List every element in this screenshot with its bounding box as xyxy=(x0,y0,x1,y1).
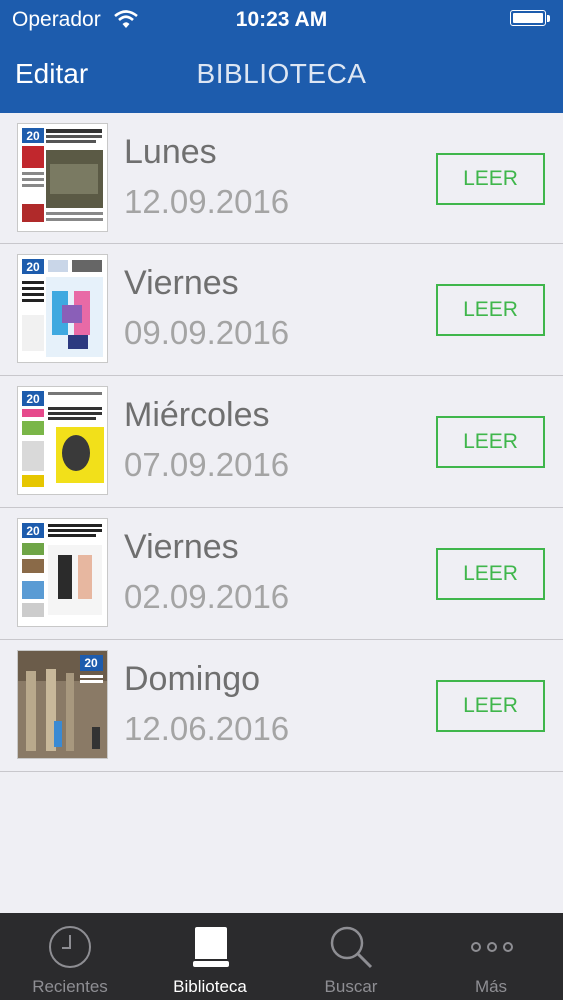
book-icon xyxy=(193,927,229,967)
masthead-text: 20 xyxy=(26,260,40,274)
issue-row[interactable]: 20 Domingo 12.06.2016 LEER xyxy=(0,640,563,772)
read-button[interactable]: LEER xyxy=(436,284,545,336)
masthead-text: 20 xyxy=(26,392,40,406)
issue-list: 20 Lunes 12.09.2016 LEER 20 Viernes 09.0… xyxy=(0,113,563,772)
status-bar: Operador 10:23 AM xyxy=(0,0,563,40)
issue-day: Lunes xyxy=(124,133,217,171)
issue-date: 12.09.2016 xyxy=(124,183,290,220)
issue-date: 12.06.2016 xyxy=(124,710,290,747)
cover-thumbnail[interactable]: 20 xyxy=(17,650,108,759)
issue-row[interactable]: 20 Viernes 02.09.2016 LEER xyxy=(0,508,563,640)
masthead-text: 20 xyxy=(26,129,40,143)
masthead-text: 20 xyxy=(26,524,40,538)
issue-row[interactable]: 20 Miércoles 07.09.2016 LEER xyxy=(0,376,563,508)
tab-biblioteca[interactable]: Biblioteca xyxy=(140,913,280,1000)
issue-date: 09.09.2016 xyxy=(124,314,290,351)
page-title: BIBLIOTECA xyxy=(196,58,367,89)
read-button[interactable]: LEER xyxy=(436,416,545,468)
tab-mas[interactable]: Más xyxy=(421,913,561,1000)
tab-label: Buscar xyxy=(324,977,378,996)
issue-row[interactable]: 20 Viernes 09.09.2016 LEER xyxy=(0,244,563,376)
issue-date: 07.09.2016 xyxy=(124,446,290,483)
nav-bar: Editar BIBLIOTECA xyxy=(0,40,563,113)
more-icon xyxy=(471,942,513,952)
tab-label: Biblioteca xyxy=(173,977,247,996)
tab-buscar[interactable]: Buscar xyxy=(281,913,421,1000)
read-button[interactable]: LEER xyxy=(436,680,545,732)
issue-day: Miércoles xyxy=(124,396,270,434)
cover-thumbnail[interactable]: 20 xyxy=(17,518,108,627)
issue-date: 02.09.2016 xyxy=(124,578,290,615)
read-button[interactable]: LEER xyxy=(436,548,545,600)
tab-recientes[interactable]: Recientes xyxy=(0,913,140,1000)
clock-icon xyxy=(49,926,91,968)
clock-time: 10:23 AM xyxy=(235,8,328,31)
issue-row[interactable]: 20 Lunes 12.09.2016 LEER xyxy=(0,113,563,244)
issue-day: Domingo xyxy=(124,660,261,698)
read-button[interactable]: LEER xyxy=(436,153,545,205)
issue-day: Viernes xyxy=(124,264,239,302)
cover-thumbnail[interactable]: 20 xyxy=(17,123,108,232)
battery-icon xyxy=(510,10,552,28)
cover-thumbnail[interactable]: 20 xyxy=(17,386,108,495)
issue-day: Viernes xyxy=(124,528,239,566)
header: Operador 10:23 AM Editar BIBLIOTECA xyxy=(0,0,563,113)
cover-thumbnail[interactable]: 20 xyxy=(17,254,108,363)
search-icon xyxy=(330,926,373,969)
tab-label: Recientes xyxy=(32,977,108,996)
tab-bar: Recientes Biblioteca Buscar Más xyxy=(0,913,563,1000)
masthead-text: 20 xyxy=(84,656,98,670)
tab-label: Más xyxy=(474,977,508,996)
